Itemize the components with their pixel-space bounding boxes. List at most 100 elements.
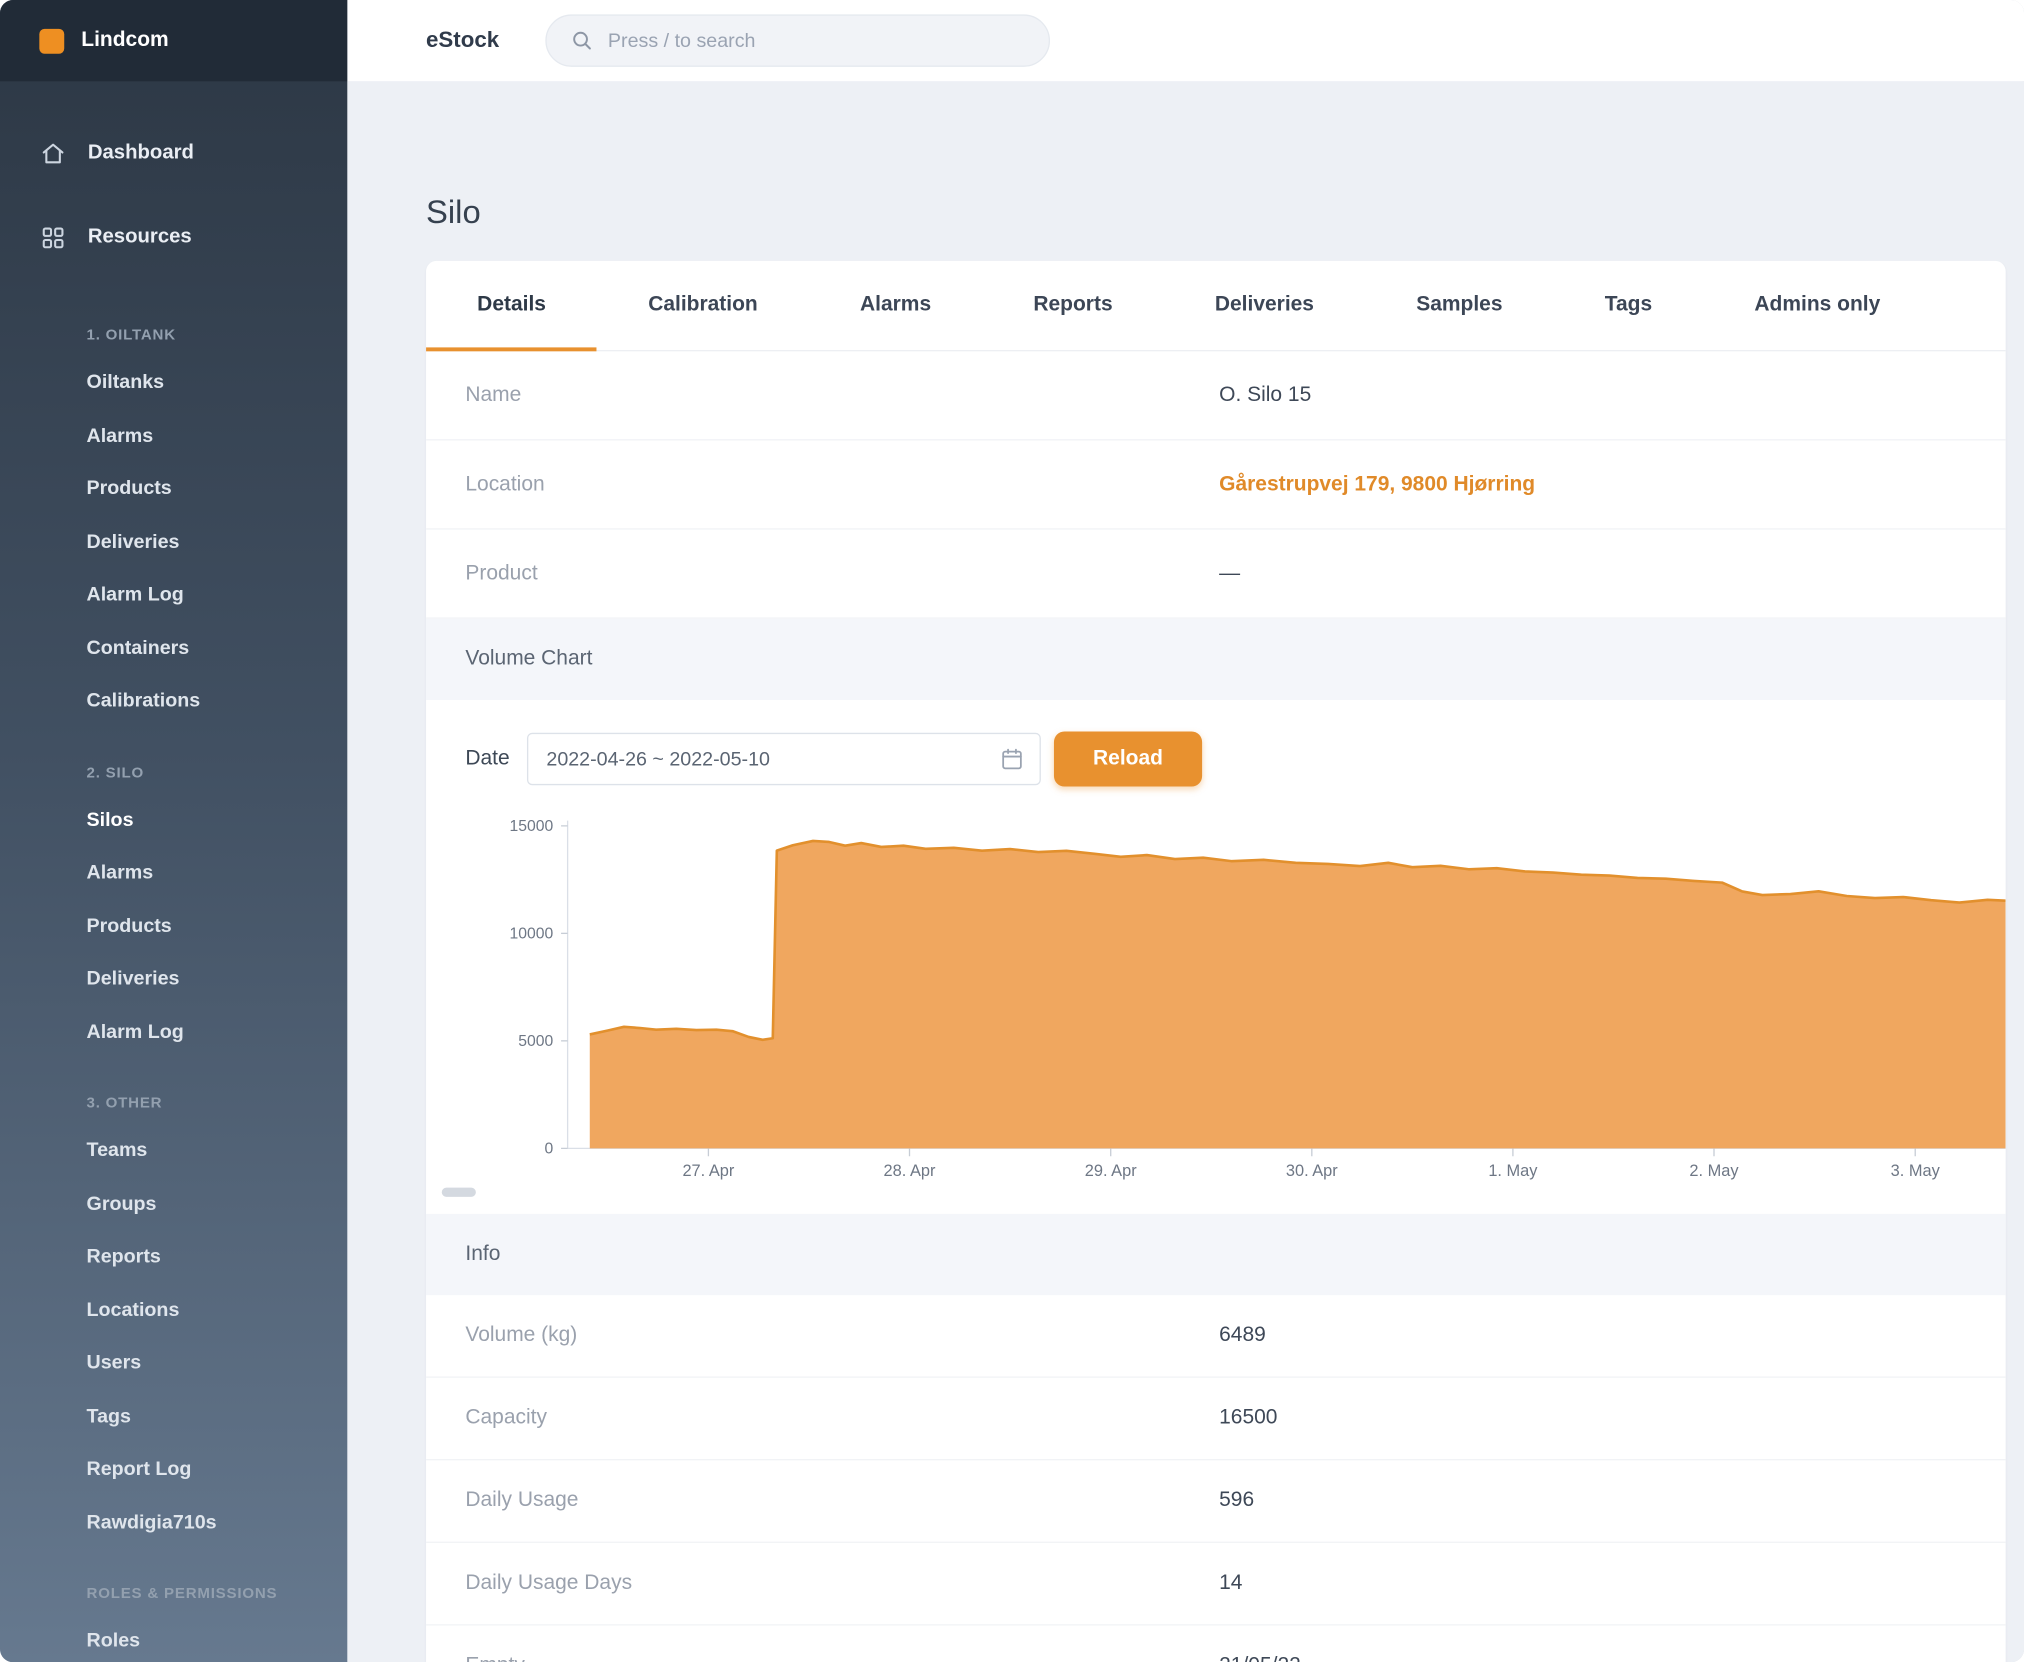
chart-controls: Date 2022-04-26 ~ 2022-05-10 Reload <box>426 700 2006 800</box>
date-range-input[interactable]: 2022-04-26 ~ 2022-05-10 <box>527 733 1041 785</box>
logo-text: Lindcom <box>81 29 168 53</box>
sidebar-item-silo-products[interactable]: Products <box>0 900 347 953</box>
location-link[interactable]: Gårestrupvej 179, 9800 Hjørring <box>1219 473 1966 497</box>
date-range-value: 2022-04-26 ~ 2022-05-10 <box>546 748 770 770</box>
svg-text:5000: 5000 <box>518 1033 553 1050</box>
info-label: Capacity <box>465 1407 1219 1431</box>
sidebar-item-dashboard[interactable]: Dashboard <box>0 123 347 183</box>
sidebar-item-oiltank-alarm-log[interactable]: Alarm Log <box>0 569 347 622</box>
section-title: 2. SILO <box>0 762 282 783</box>
sidebar-item-oiltank-products[interactable]: Products <box>0 463 347 516</box>
tab-reports[interactable]: Reports <box>982 261 1163 350</box>
sidebar-item-roles[interactable]: Roles <box>0 1615 347 1662</box>
info-value-capacity: 16500 <box>1219 1407 1966 1431</box>
sidebar-item-oiltank-deliveries[interactable]: Deliveries <box>0 516 347 569</box>
sidebar-item-groups[interactable]: Groups <box>0 1178 347 1231</box>
svg-text:27. Apr: 27. Apr <box>682 1162 734 1180</box>
date-label: Date <box>465 747 509 771</box>
tab-tags[interactable]: Tags <box>1554 261 1704 350</box>
info-value-volume: 6489 <box>1219 1324 1966 1348</box>
right-column: eStock Silo Details Calibration Alarms R… <box>347 0 2024 1662</box>
sidebar-item-tags[interactable]: Tags <box>0 1390 347 1443</box>
section-header-label: Info <box>465 1243 500 1267</box>
info-label: Volume (kg) <box>465 1324 1219 1348</box>
svg-text:0: 0 <box>544 1141 553 1158</box>
info-label: Daily Usage Days <box>465 1572 1219 1596</box>
tab-calibration[interactable]: Calibration <box>597 261 809 350</box>
sidebar-item-locations[interactable]: Locations <box>0 1284 347 1337</box>
home-icon <box>41 141 66 166</box>
sidebar-item-label: Dashboard <box>88 142 194 166</box>
sidebar-primary-nav: Dashboard Resources <box>0 123 347 291</box>
info-section-header: Info <box>426 1214 2006 1295</box>
sidebar-item-label: Resources <box>88 225 192 249</box>
sidebar-section-other: 3. OTHER Teams Groups Reports Locations … <box>0 1093 347 1549</box>
sidebar-item-oiltanks[interactable]: Oiltanks <box>0 357 347 410</box>
sidebar-item-silo-alarm-log[interactable]: Alarm Log <box>0 1006 347 1059</box>
search-input[interactable] <box>608 29 1025 51</box>
sidebar-item-calibrations[interactable]: Calibrations <box>0 675 347 728</box>
info-row-empty: Empty 21/05/22 <box>426 1626 2006 1662</box>
logo-mark-icon <box>39 28 64 53</box>
sidebar-item-oiltank-alarms[interactable]: Alarms <box>0 410 347 463</box>
app-name: eStock <box>426 28 499 54</box>
svg-text:28. Apr: 28. Apr <box>884 1162 936 1180</box>
sidebar: Lindcom Dashboard Resources 1. OILTANK O… <box>0 0 347 1662</box>
app-window: Lindcom Dashboard Resources 1. OILTANK O… <box>0 0 2024 1662</box>
search-bar[interactable] <box>545 14 1050 66</box>
sidebar-item-reports[interactable]: Reports <box>0 1231 347 1284</box>
info-value-empty: 21/05/22 <box>1219 1654 1966 1662</box>
section-title: 3. OTHER <box>0 1093 282 1114</box>
section-title: 1. OILTANK <box>0 325 282 346</box>
sidebar-item-teams[interactable]: Teams <box>0 1125 347 1178</box>
detail-row-name: Name O. Silo 15 <box>426 351 2006 440</box>
section-header-label: Volume Chart <box>465 648 592 672</box>
tab-details[interactable]: Details <box>426 261 597 350</box>
main-content: Silo Details Calibration Alarms Reports … <box>347 81 2024 1662</box>
info-label: Empty <box>465 1654 1219 1662</box>
sidebar-item-users[interactable]: Users <box>0 1337 347 1390</box>
detail-row-product: Product — <box>426 530 2006 619</box>
volume-chart-section-header: Volume Chart <box>426 619 2006 700</box>
chart-scrollbar-thumb[interactable] <box>442 1188 476 1197</box>
detail-value-product: — <box>1219 562 1966 586</box>
svg-text:1. May: 1. May <box>1488 1162 1538 1180</box>
lindcom-logo[interactable]: Lindcom <box>0 0 347 81</box>
detail-label: Name <box>465 383 1219 407</box>
info-value-daily-usage-days: 14 <box>1219 1572 1966 1596</box>
detail-row-location: Location Gårestrupvej 179, 9800 Hjørring <box>426 440 2006 529</box>
tab-samples[interactable]: Samples <box>1365 261 1554 350</box>
info-value-daily-usage: 596 <box>1219 1489 1966 1513</box>
tab-deliveries[interactable]: Deliveries <box>1164 261 1365 350</box>
calendar-icon[interactable] <box>1000 747 1024 771</box>
sidebar-section-roles-permissions: ROLES & PERMISSIONS Roles <box>0 1584 347 1662</box>
sidebar-section-oiltank: 1. OILTANK Oiltanks Alarms Products Deli… <box>0 325 347 728</box>
sidebar-item-rawdigia710s[interactable]: Rawdigia710s <box>0 1496 347 1549</box>
detail-label: Location <box>465 473 1219 497</box>
detail-label: Product <box>465 562 1219 586</box>
sidebar-item-resources[interactable]: Resources <box>0 207 347 267</box>
detail-value-name: O. Silo 15 <box>1219 383 1966 407</box>
section-title: ROLES & PERMISSIONS <box>0 1584 282 1605</box>
sidebar-item-silo-alarms[interactable]: Alarms <box>0 847 347 900</box>
svg-text:2. May: 2. May <box>1689 1162 1739 1180</box>
tab-alarms[interactable]: Alarms <box>809 261 982 350</box>
sidebar-item-silos[interactable]: Silos <box>0 794 347 847</box>
info-row-daily-usage: Daily Usage 596 <box>426 1460 2006 1543</box>
info-label: Daily Usage <box>465 1489 1219 1513</box>
info-row-daily-usage-days: Daily Usage Days 14 <box>426 1543 2006 1626</box>
topbar: eStock <box>347 0 2024 81</box>
info-row-volume: Volume (kg) 6489 <box>426 1295 2006 1378</box>
sidebar-section-silo: 2. SILO Silos Alarms Products Deliveries… <box>0 762 347 1059</box>
reload-button[interactable]: Reload <box>1054 731 1203 786</box>
volume-chart-svg: 05000100001500027. Apr28. Apr29. Apr30. … <box>426 815 2006 1198</box>
svg-text:3. May: 3. May <box>1891 1162 1941 1180</box>
search-icon <box>570 29 594 53</box>
tab-admins-only[interactable]: Admins only <box>1703 261 1931 350</box>
page-title: Silo <box>426 194 2006 232</box>
volume-chart: 05000100001500027. Apr28. Apr29. Apr30. … <box>426 815 2006 1198</box>
sidebar-item-report-log[interactable]: Report Log <box>0 1443 347 1496</box>
info-row-capacity: Capacity 16500 <box>426 1378 2006 1461</box>
sidebar-item-silo-deliveries[interactable]: Deliveries <box>0 953 347 1006</box>
sidebar-item-containers[interactable]: Containers <box>0 622 347 675</box>
